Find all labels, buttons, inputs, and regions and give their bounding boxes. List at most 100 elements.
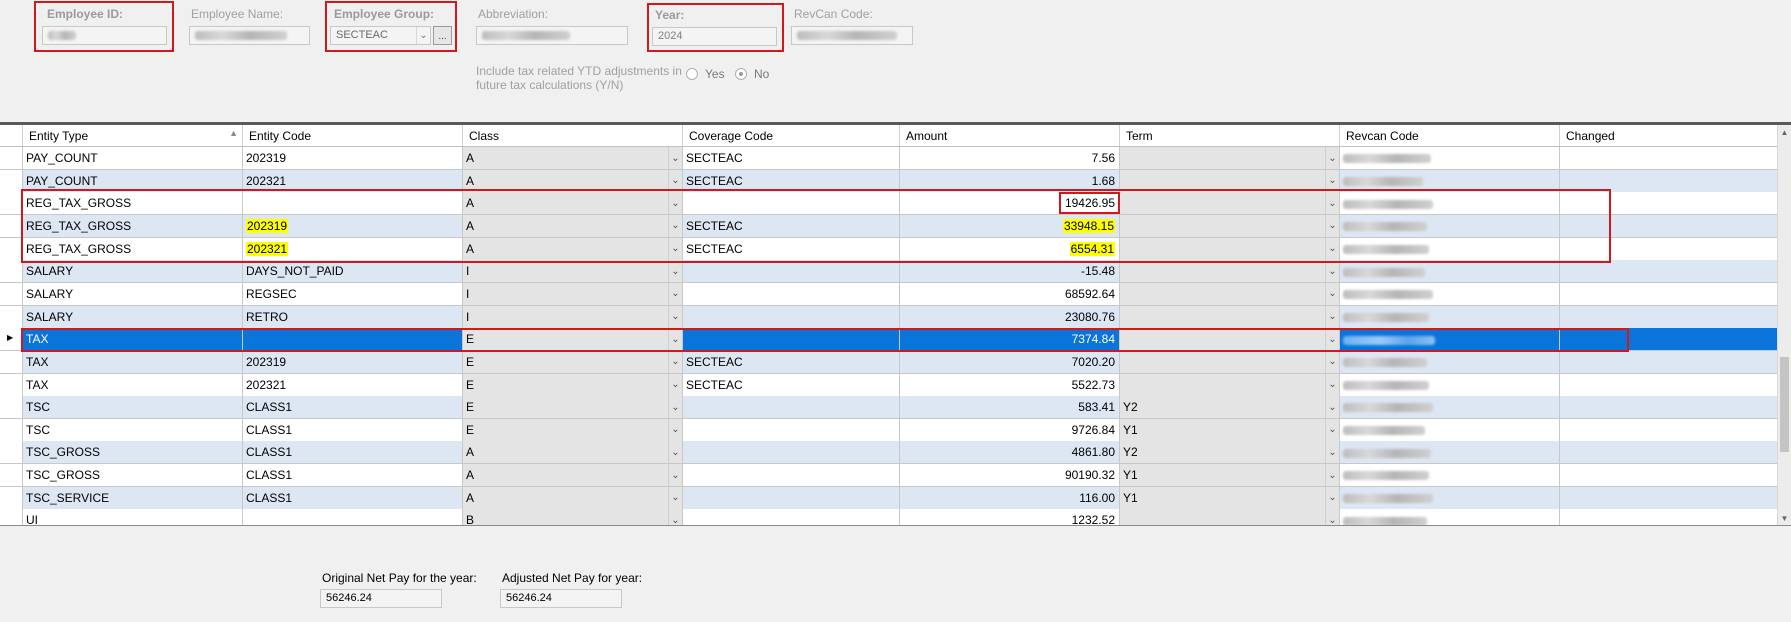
cell-entity-type[interactable]: REG_TAX_GROSS bbox=[23, 192, 243, 216]
cell-amount[interactable]: 4861.80 bbox=[900, 441, 1120, 465]
column-header-changed[interactable]: Changed bbox=[1560, 125, 1778, 146]
cell-class[interactable]: A ⌄ bbox=[463, 214, 683, 238]
cell-revcan-code[interactable] bbox=[1340, 509, 1560, 525]
cell-revcan-code[interactable] bbox=[1340, 328, 1560, 352]
cell-term[interactable]: Y1 ⌄ bbox=[1120, 486, 1340, 510]
cell-changed[interactable] bbox=[1560, 441, 1778, 465]
cell-entity-type[interactable]: TSC_GROSS bbox=[23, 464, 243, 488]
cell-entity-type[interactable]: PAY_COUNT bbox=[23, 169, 243, 193]
chevron-down-icon[interactable]: ⌄ bbox=[668, 509, 682, 525]
cell-class[interactable]: I ⌄ bbox=[463, 305, 683, 329]
row-selector[interactable] bbox=[0, 509, 23, 525]
cell-entity-code[interactable]: CLASS1 bbox=[243, 486, 463, 510]
cell-class[interactable]: I ⌄ bbox=[463, 282, 683, 306]
cell-term[interactable]: ⌄ bbox=[1120, 350, 1340, 374]
row-selector[interactable] bbox=[0, 350, 23, 374]
cell-coverage-code[interactable] bbox=[683, 418, 900, 442]
cell-revcan-code[interactable] bbox=[1340, 486, 1560, 510]
chevron-down-icon[interactable]: ⌄ bbox=[1325, 305, 1339, 328]
table-row[interactable]: SALARY RETRO I ⌄ 23080.76 ⌄ bbox=[0, 305, 1778, 329]
cell-entity-type[interactable]: REG_TAX_GROSS bbox=[23, 237, 243, 261]
cell-changed[interactable] bbox=[1560, 282, 1778, 306]
cell-amount[interactable]: 116.00 bbox=[900, 486, 1120, 510]
chevron-down-icon[interactable]: ⌄ bbox=[668, 147, 682, 169]
row-selector[interactable] bbox=[0, 169, 23, 193]
chevron-down-icon[interactable]: ⌄ bbox=[1325, 464, 1339, 487]
cell-term[interactable]: Y1 ⌄ bbox=[1120, 464, 1340, 488]
cell-term[interactable]: ⌄ bbox=[1120, 192, 1340, 216]
column-header-entity-code[interactable]: Entity Code bbox=[243, 125, 463, 146]
cell-class[interactable]: A ⌄ bbox=[463, 464, 683, 488]
cell-entity-type[interactable]: TAX bbox=[23, 328, 243, 352]
cell-coverage-code[interactable] bbox=[683, 192, 900, 216]
cell-entity-type[interactable]: TSC_SERVICE bbox=[23, 486, 243, 510]
row-selector[interactable] bbox=[0, 237, 23, 261]
cell-entity-type[interactable]: SALARY bbox=[23, 305, 243, 329]
cell-entity-code[interactable]: CLASS1 bbox=[243, 441, 463, 465]
cell-changed[interactable] bbox=[1560, 305, 1778, 329]
cell-term[interactable]: ⌄ bbox=[1120, 282, 1340, 306]
cell-changed[interactable] bbox=[1560, 214, 1778, 238]
table-row[interactable]: SALARY DAYS_NOT_PAID I ⌄ -15.48 ⌄ bbox=[0, 260, 1778, 284]
chevron-down-icon[interactable]: ⌄ bbox=[668, 464, 682, 487]
cell-class[interactable]: E ⌄ bbox=[463, 396, 683, 420]
cell-class[interactable]: E ⌄ bbox=[463, 350, 683, 374]
cell-revcan-code[interactable] bbox=[1340, 441, 1560, 465]
chevron-down-icon[interactable]: ⌄ bbox=[668, 350, 682, 373]
cell-coverage-code[interactable] bbox=[683, 396, 900, 420]
row-selector[interactable] bbox=[0, 260, 23, 284]
cell-revcan-code[interactable] bbox=[1340, 237, 1560, 261]
cell-class[interactable]: A ⌄ bbox=[463, 147, 683, 170]
abbreviation-field[interactable] bbox=[476, 26, 628, 45]
cell-coverage-code[interactable] bbox=[683, 260, 900, 284]
table-row[interactable]: PAY_COUNT 202319 A ⌄ SECTEAC 7.56 ⌄ bbox=[0, 147, 1778, 170]
cell-revcan-code[interactable] bbox=[1340, 396, 1560, 420]
row-selector[interactable] bbox=[0, 305, 23, 329]
chevron-down-icon[interactable]: ⌄ bbox=[668, 237, 682, 260]
table-row[interactable]: TSC_GROSS CLASS1 A ⌄ 4861.80 Y2 ⌄ bbox=[0, 441, 1778, 465]
cell-entity-code[interactable]: RETRO bbox=[243, 305, 463, 329]
scroll-thumb[interactable] bbox=[1780, 357, 1789, 452]
cell-changed[interactable] bbox=[1560, 509, 1778, 525]
cell-changed[interactable] bbox=[1560, 260, 1778, 284]
cell-changed[interactable] bbox=[1560, 328, 1778, 352]
cell-coverage-code[interactable]: SECTEAC bbox=[683, 350, 900, 374]
cell-coverage-code[interactable] bbox=[683, 282, 900, 306]
employee-id-field[interactable] bbox=[42, 26, 167, 45]
cell-class[interactable]: A ⌄ bbox=[463, 441, 683, 465]
column-header-revcan-code[interactable]: Revcan Code bbox=[1340, 125, 1560, 146]
table-row[interactable]: TAX 202319 E ⌄ SECTEAC 7020.20 ⌄ bbox=[0, 350, 1778, 374]
cell-entity-code[interactable]: 202321 bbox=[243, 373, 463, 397]
year-field[interactable]: 2024 bbox=[652, 27, 777, 46]
row-selector[interactable] bbox=[0, 192, 23, 216]
cell-class[interactable]: A ⌄ bbox=[463, 169, 683, 193]
column-header-class[interactable]: Class bbox=[463, 125, 683, 146]
radio-yes[interactable] bbox=[686, 68, 698, 80]
chevron-down-icon[interactable]: ⌄ bbox=[1325, 396, 1339, 419]
chevron-down-icon[interactable]: ⌄ bbox=[668, 282, 682, 305]
cell-changed[interactable] bbox=[1560, 169, 1778, 193]
cell-entity-code[interactable]: 202321 bbox=[243, 169, 463, 193]
adjusted-net-pay-field[interactable]: 56246.24 bbox=[500, 589, 622, 608]
chevron-down-icon[interactable]: ⌄ bbox=[668, 328, 682, 351]
chevron-down-icon[interactable]: ⌄ bbox=[1325, 169, 1339, 192]
table-row[interactable]: TSC_GROSS CLASS1 A ⌄ 90190.32 Y1 ⌄ bbox=[0, 464, 1778, 488]
cell-amount[interactable]: 7.56 bbox=[900, 147, 1120, 170]
chevron-down-icon[interactable]: ⌄ bbox=[1325, 328, 1339, 351]
cell-coverage-code[interactable] bbox=[683, 486, 900, 510]
chevron-down-icon[interactable]: ⌄ bbox=[1325, 192, 1339, 215]
chevron-down-icon[interactable]: ⌄ bbox=[1325, 282, 1339, 305]
cell-coverage-code[interactable] bbox=[683, 464, 900, 488]
cell-term[interactable]: ⌄ bbox=[1120, 260, 1340, 284]
cell-entity-code[interactable]: CLASS1 bbox=[243, 418, 463, 442]
original-net-pay-field[interactable]: 56246.24 bbox=[320, 589, 442, 608]
chevron-down-icon[interactable]: ⌄ bbox=[1325, 509, 1339, 525]
cell-amount[interactable]: 6554.31 bbox=[900, 237, 1120, 261]
cell-changed[interactable] bbox=[1560, 486, 1778, 510]
column-header-amount[interactable]: Amount bbox=[900, 125, 1120, 146]
cell-entity-type[interactable]: PAY_COUNT bbox=[23, 147, 243, 170]
revcan-code-field[interactable] bbox=[791, 26, 913, 45]
cell-coverage-code[interactable] bbox=[683, 305, 900, 329]
cell-amount[interactable]: 19426.95 bbox=[900, 192, 1120, 216]
cell-revcan-code[interactable] bbox=[1340, 464, 1560, 488]
